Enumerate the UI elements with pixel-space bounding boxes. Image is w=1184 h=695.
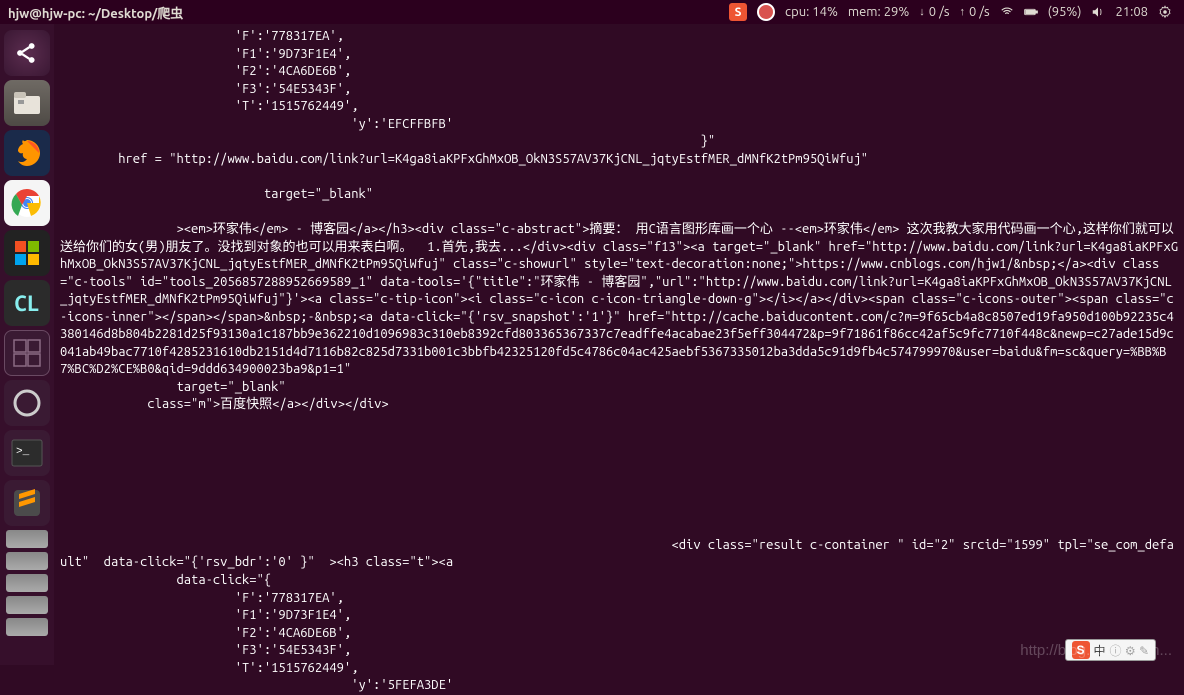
mounted-drive-icon[interactable] <box>6 596 48 614</box>
dash-icon[interactable] <box>4 30 50 76</box>
cpu-indicator: cpu: 14% <box>785 5 838 19</box>
gear-icon[interactable] <box>1158 5 1172 19</box>
no-entry-icon[interactable] <box>757 3 775 21</box>
battery-icon[interactable] <box>1024 5 1038 19</box>
clion-icon[interactable]: CL <box>4 280 50 326</box>
mounted-drive-icon[interactable] <box>6 574 48 592</box>
chrome-icon[interactable] <box>4 180 50 226</box>
terminal-output[interactable]: 'F':'778317EA', 'F1':'9D73F1E4', 'F2':'4… <box>54 24 1184 665</box>
sublime-icon[interactable] <box>4 480 50 526</box>
net-up: ↑ 0 /s <box>959 5 989 19</box>
volume-icon[interactable] <box>1091 5 1105 19</box>
opera-icon[interactable] <box>4 380 50 426</box>
top-menu-bar: hjw@hjw-pc: ~/Desktop/爬虫 S cpu: 14% mem:… <box>0 0 1184 24</box>
workspace-switcher-icon[interactable] <box>4 330 50 376</box>
system-tray: S cpu: 14% mem: 29% ↓ 0 /s ↑ 0 /s (95%) … <box>729 3 1180 21</box>
window-title: hjw@hjw-pc: ~/Desktop/爬虫 <box>4 3 183 22</box>
sogou-ime-icon[interactable]: S <box>729 3 747 21</box>
svg-text:>_: >_ <box>16 446 30 458</box>
virtualbox-icon[interactable] <box>4 230 50 276</box>
clock: 21:08 <box>1115 5 1148 19</box>
files-icon[interactable] <box>4 80 50 126</box>
unity-launcher: CL >_ <box>0 24 54 665</box>
firefox-icon[interactable] <box>4 130 50 176</box>
mem-indicator: mem: 29% <box>848 5 909 19</box>
wifi-icon[interactable] <box>1000 5 1014 19</box>
battery-percent: (95%) <box>1048 5 1082 19</box>
mounted-drive-icon[interactable] <box>6 530 48 548</box>
mounted-drive-icon[interactable] <box>6 618 48 636</box>
watermark-text: http://blog.csdn.net/h... <box>1020 642 1172 659</box>
net-down: ↓ 0 /s <box>919 5 949 19</box>
terminal-icon[interactable]: >_ <box>4 430 50 476</box>
mounted-drive-icon[interactable] <box>6 552 48 570</box>
